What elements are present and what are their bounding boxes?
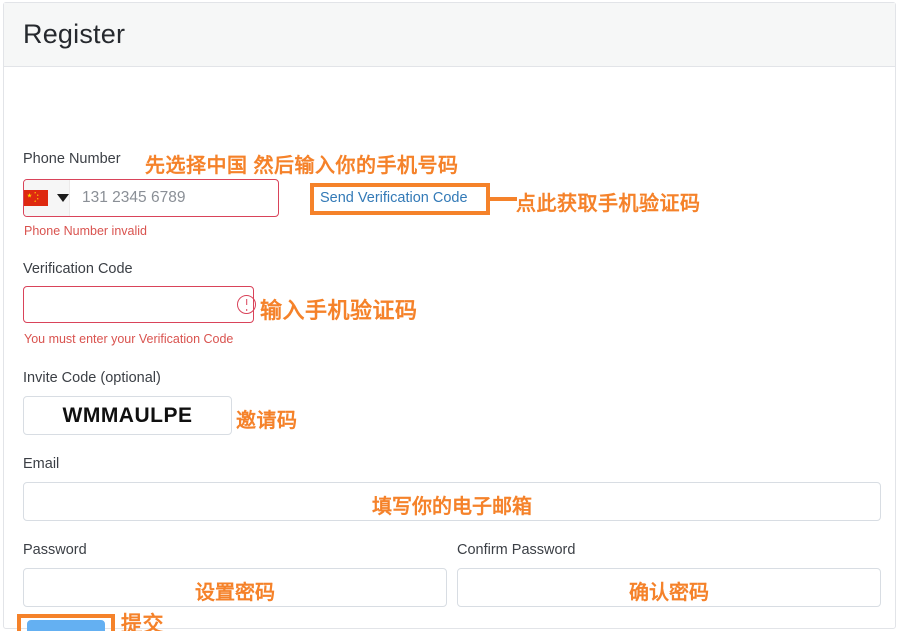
- verification-code-group[interactable]: [23, 286, 256, 323]
- phone-number-input[interactable]: [70, 180, 278, 216]
- flag-cn-icon: [24, 190, 48, 206]
- register-submit-button[interactable]: Register: [27, 620, 105, 631]
- panel-header: Register: [4, 3, 895, 67]
- password-input[interactable]: [23, 568, 447, 607]
- confirm-password-input[interactable]: [457, 568, 881, 607]
- verification-code-label: Verification Code: [23, 261, 133, 277]
- annotation-invite-step: 邀请码: [236, 410, 298, 432]
- send-verification-code-link[interactable]: Send Verification Code: [320, 190, 468, 206]
- password-label: Password: [23, 542, 87, 558]
- verification-code-error: You must enter your Verification Code: [24, 332, 234, 346]
- email-label: Email: [23, 456, 60, 472]
- phone-number-error: Phone Number invalid: [24, 224, 147, 238]
- confirm-password-label: Confirm Password: [457, 542, 576, 558]
- chevron-down-icon: [57, 194, 69, 202]
- invite-code-input[interactable]: [23, 396, 232, 435]
- phone-number-group[interactable]: [23, 179, 279, 217]
- exclamation-circle-icon: [237, 295, 256, 314]
- email-input[interactable]: [23, 482, 881, 521]
- phone-number-label: Phone Number: [23, 151, 121, 167]
- invite-code-label: Invite Code (optional): [23, 370, 161, 386]
- register-page: Register Phone Number 131 2345 6789 Phon…: [0, 0, 899, 631]
- annotation-connector-send-code: [490, 197, 517, 201]
- annotation-verification-step: 输入手机验证码: [260, 298, 418, 323]
- country-select[interactable]: [24, 180, 70, 216]
- register-panel: Register Phone Number 131 2345 6789 Phon…: [3, 2, 896, 631]
- annotation-send-code-step: 点此获取手机验证码: [516, 193, 701, 215]
- annotation-phone-step: 先选择中国 然后输入你的手机号码: [145, 155, 459, 177]
- verification-code-input[interactable]: [24, 286, 237, 323]
- page-title: Register: [23, 19, 126, 49]
- annotation-submit-step: 提交: [121, 613, 164, 631]
